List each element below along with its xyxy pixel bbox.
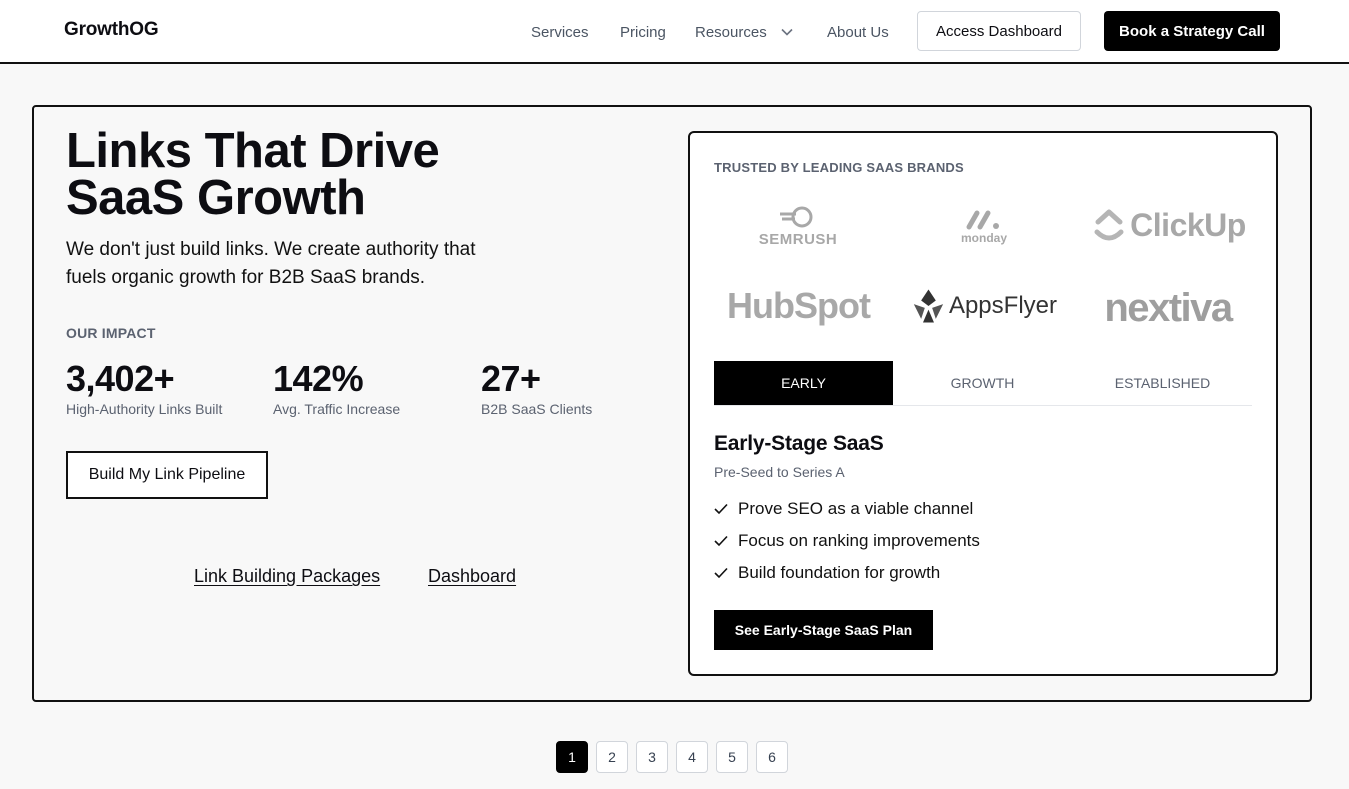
chevron-down-icon[interactable]: [781, 28, 793, 36]
stat-links-label: High-Authority Links Built: [66, 401, 223, 417]
nextiva-logo: nextiva: [1093, 286, 1243, 330]
bullet-text: Build foundation for growth: [738, 563, 941, 582]
top-nav: GrowthOG Services Pricing Resources Abou…: [0, 0, 1349, 64]
stat-traffic-label: Avg. Traffic Increase: [273, 401, 401, 417]
page-button-3[interactable]: 3: [636, 741, 668, 773]
access-dashboard-button[interactable]: Access Dashboard: [917, 11, 1081, 51]
clickup-icon: [1094, 209, 1124, 241]
build-link-pipeline-button[interactable]: Build My Link Pipeline: [66, 451, 268, 499]
page-button-2[interactable]: 2: [596, 741, 628, 773]
nav-pricing[interactable]: Pricing: [620, 24, 666, 41]
clickup-wordmark: ClickUp: [1130, 206, 1246, 243]
stage-tabs: EARLY GROWTH ESTABLISHED: [714, 361, 1252, 406]
clickup-logo: ClickUp: [1090, 205, 1250, 245]
check-icon: [714, 503, 728, 515]
tab-growth[interactable]: GROWTH: [893, 361, 1072, 405]
list-item: Focus on ranking improvements: [714, 531, 980, 551]
hubspot-wordmark: HubSpot: [727, 285, 871, 326]
brand-logo[interactable]: GrowthOG: [64, 19, 159, 41]
list-item: Build foundation for growth: [714, 563, 940, 583]
nav-resources[interactable]: Resources: [695, 24, 767, 41]
nextiva-wordmark: nextiva: [1104, 285, 1233, 330]
nav-services[interactable]: Services: [531, 24, 589, 41]
see-early-stage-plan-button[interactable]: See Early-Stage SaaS Plan: [714, 610, 933, 650]
page-button-6[interactable]: 6: [756, 741, 788, 773]
bullet-text: Focus on ranking improvements: [738, 531, 980, 550]
bullet-text: Prove SEO as a viable channel: [738, 499, 974, 518]
list-item: Prove SEO as a viable channel: [714, 499, 973, 519]
book-strategy-call-button[interactable]: Book a Strategy Call: [1104, 11, 1280, 51]
semrush-logo: SEMRUSH: [748, 200, 848, 252]
stat-clients-value: 27+: [481, 358, 541, 399]
stat-links-value: 3,402+: [66, 358, 175, 399]
appsflyer-logo: AppsFlyer: [912, 284, 1057, 328]
semrush-icon: [780, 206, 813, 227]
stage-title: Early-Stage SaaS: [714, 432, 884, 455]
check-icon: [714, 567, 728, 579]
monday-icon: [966, 210, 999, 230]
stat-clients-label: B2B SaaS Clients: [481, 401, 593, 417]
page-button-1[interactable]: 1: [556, 741, 588, 773]
semrush-wordmark: SEMRUSH: [758, 230, 838, 248]
hero-subtitle: We don't just build links. We create aut…: [66, 239, 476, 288]
appsflyer-icon: [913, 289, 944, 323]
check-icon: [714, 535, 728, 547]
monday-wordmark: monday: [960, 231, 1007, 245]
appsflyer-wordmark: AppsFlyer: [948, 292, 1057, 319]
hero-title: Links That Drive SaaS Growth: [66, 124, 440, 225]
monday-logo: monday: [944, 202, 1024, 250]
dashboard-link[interactable]: Dashboard: [428, 566, 516, 587]
tab-early[interactable]: EARLY: [714, 361, 893, 405]
page-button-5[interactable]: 5: [716, 741, 748, 773]
nav-about-us[interactable]: About Us: [827, 24, 889, 41]
stage-subtitle: Pre-Seed to Series A: [714, 464, 845, 480]
page-button-4[interactable]: 4: [676, 741, 708, 773]
hubspot-logo: HubSpot: [726, 284, 871, 328]
impact-label: OUR IMPACT: [66, 325, 156, 341]
trusted-label: TRUSTED BY LEADING SAAS BRANDS: [714, 160, 964, 175]
link-building-packages-link[interactable]: Link Building Packages: [194, 566, 380, 587]
tab-established[interactable]: ESTABLISHED: [1073, 361, 1252, 405]
stat-traffic-value: 142%: [273, 358, 364, 399]
